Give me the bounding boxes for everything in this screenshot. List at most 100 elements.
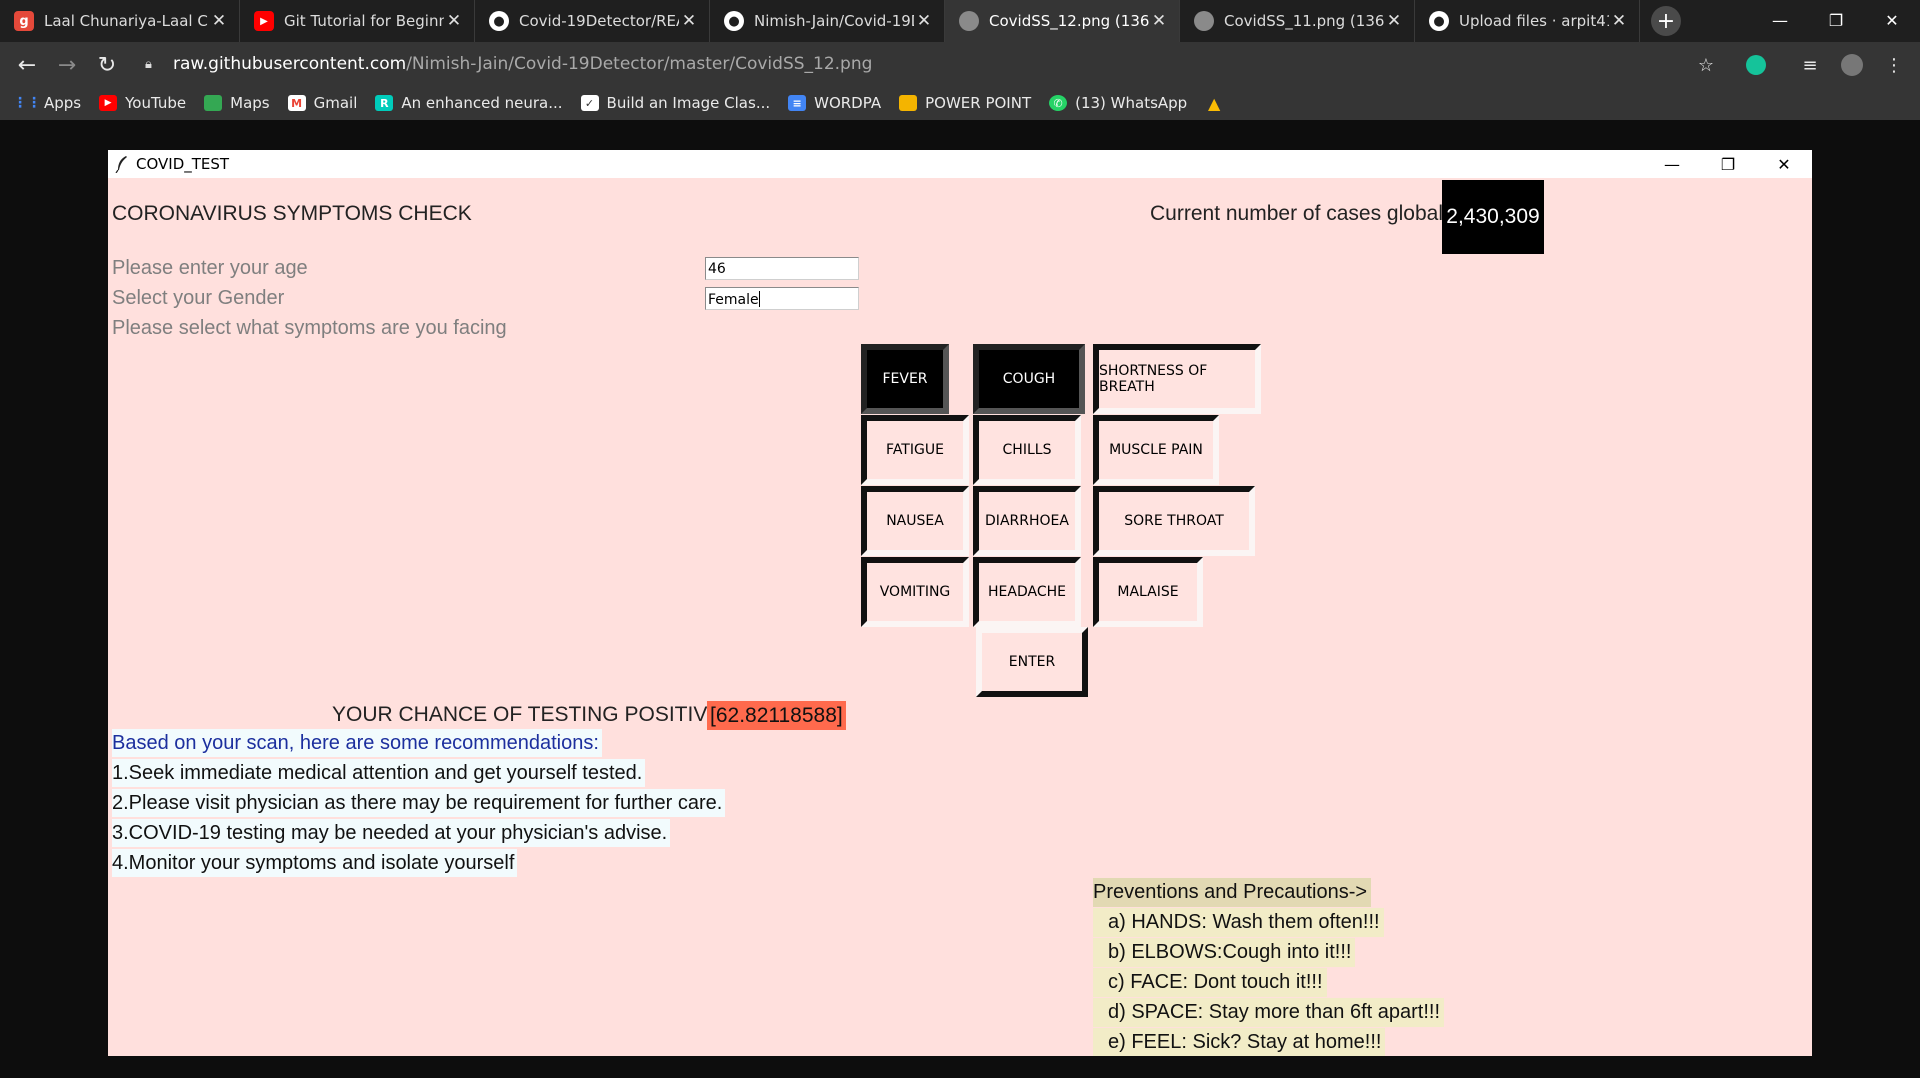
enter-button[interactable]: ENTER bbox=[976, 627, 1088, 697]
gender-value: Female bbox=[708, 292, 759, 308]
text-caret bbox=[758, 291, 760, 307]
precaution-item: c) FACE: Dont touch it!!! bbox=[1093, 968, 1327, 997]
precaution-item: d) SPACE: Stay more than 6ft apart!!! bbox=[1093, 998, 1445, 1027]
researchgate-icon: R bbox=[375, 95, 394, 111]
tab-title: Git Tutorial for Beginne bbox=[284, 12, 444, 30]
tab-git-tutorial[interactable]: ▶ Git Tutorial for Beginne ✕ bbox=[240, 0, 475, 42]
symptom-cough-button[interactable]: COUGH bbox=[973, 344, 1085, 414]
tab-title: Laal Chunariya-Laal Ch bbox=[44, 12, 209, 30]
docs-icon: ≡ bbox=[788, 95, 807, 111]
tab-title: Upload files · arpit412 bbox=[1459, 12, 1609, 30]
bookmark-label: POWER POINT bbox=[925, 94, 1032, 112]
restore-icon[interactable]: ❐ bbox=[1700, 150, 1756, 178]
bookmark-maps[interactable]: Maps bbox=[204, 94, 270, 112]
restore-window-icon[interactable]: ❐ bbox=[1808, 0, 1864, 40]
youtube-icon: ▶ bbox=[99, 95, 118, 111]
maps-icon bbox=[204, 95, 223, 111]
address-bar[interactable]: 🔒︎ raw.githubusercontent.com/Nimish-Jain… bbox=[145, 47, 1745, 81]
precaution-item: e) FEEL: Sick? Stay at home!!! bbox=[1093, 1028, 1386, 1056]
gender-input[interactable]: Female bbox=[705, 287, 859, 310]
close-tab-icon[interactable]: ✕ bbox=[679, 11, 699, 31]
symptom-sore-throat-button[interactable]: SORE THROAT bbox=[1093, 486, 1255, 556]
url-host: raw.githubusercontent.com bbox=[173, 54, 407, 74]
globe-icon bbox=[1194, 11, 1214, 31]
symptom-diarrhoea-button[interactable]: DIARRHOEA bbox=[973, 486, 1081, 556]
gender-label: Select your Gender bbox=[112, 287, 285, 309]
browser-toolbar: ← → ↻ 🔒︎ raw.githubusercontent.com/Nimis… bbox=[0, 42, 1920, 86]
bookmark-drive[interactable]: ▲ bbox=[1205, 93, 1231, 113]
url-path: /Nimish-Jain/Covid-19Detector/master/Cov… bbox=[406, 54, 873, 74]
bookmark-power-point[interactable]: POWER POINT bbox=[899, 94, 1031, 112]
covid-test-window: COVID_TEST — ❐ ✕ CORONAVIRUS SYMPTOMS CH… bbox=[108, 150, 1812, 1056]
genius-icon: g bbox=[14, 11, 34, 31]
recommendation-item: 1.Seek immediate medical attention and g… bbox=[112, 759, 646, 787]
github-icon: ● bbox=[1429, 11, 1449, 31]
whatsapp-icon: ✆ bbox=[1049, 95, 1068, 111]
reload-icon[interactable]: ↻ bbox=[92, 50, 122, 80]
tab-nimish-jain-covid[interactable]: ● Nimish-Jain/Covid-19D ✕ bbox=[710, 0, 945, 42]
avatar[interactable] bbox=[1840, 53, 1864, 77]
bookmark-label: WORDPA bbox=[814, 94, 882, 112]
bookmark-youtube[interactable]: ▶ YouTube bbox=[99, 94, 186, 112]
menu-kebab-icon[interactable]: ⋮ bbox=[1882, 53, 1906, 77]
bookmark-enhanced-neural[interactable]: R An enhanced neura... bbox=[375, 94, 563, 112]
tab-covid-detector-readme[interactable]: ● Covid-19Detector/REA ✕ bbox=[475, 0, 710, 42]
bookmarks-bar: ⋮⋮ Apps ▶ YouTube Maps M Gmail R An enhanced… bbox=[0, 86, 1920, 120]
grammarly-icon[interactable] bbox=[1744, 53, 1768, 77]
github-icon: ● bbox=[489, 11, 509, 31]
close-window-icon[interactable]: ✕ bbox=[1864, 0, 1920, 40]
age-input[interactable]: 46 bbox=[705, 257, 859, 280]
back-icon[interactable]: ← bbox=[12, 50, 42, 80]
forward-icon[interactable]: → bbox=[52, 50, 82, 80]
bookmark-label: An enhanced neura... bbox=[401, 94, 563, 112]
symptom-fever-button[interactable]: FEVER bbox=[861, 344, 949, 414]
minimize-icon[interactable]: — bbox=[1644, 150, 1700, 178]
lock-icon: 🔒︎ bbox=[145, 57, 152, 72]
page-icon: ✓ bbox=[580, 95, 599, 111]
symptom-headache-button[interactable]: HEADACHE bbox=[973, 557, 1081, 627]
symptom-shortness-of-breath-button[interactable]: SHORTNESS OF BREATH bbox=[1093, 344, 1261, 414]
media-queue-icon[interactable]: ≡ bbox=[1798, 53, 1822, 77]
bookmark-apps[interactable]: ⋮⋮ Apps bbox=[13, 94, 82, 112]
tab-laal-chunariya[interactable]: g Laal Chunariya-Laal Ch ✕ bbox=[0, 0, 240, 42]
bookmark-label: Gmail bbox=[313, 94, 358, 112]
browser-tab-strip: g Laal Chunariya-Laal Ch ✕ ▶ Git Tutoria… bbox=[0, 0, 1920, 42]
recommendations-heading: Based on your scan, here are some recomm… bbox=[112, 729, 602, 757]
symptom-chills-button[interactable]: CHILLS bbox=[973, 415, 1081, 485]
bookmark-gmail[interactable]: M Gmail bbox=[287, 94, 358, 112]
recommendation-item: 2.Please visit physician as there may be… bbox=[112, 789, 726, 817]
bookmark-star-icon[interactable]: ☆ bbox=[1694, 53, 1718, 77]
tab-covidss-12[interactable]: CovidSS_12.png (1364 ✕ bbox=[945, 0, 1180, 42]
symptom-fatigue-button[interactable]: FATIGUE bbox=[861, 415, 969, 485]
recommendation-item: 3.COVID-19 testing may be needed at your… bbox=[112, 819, 671, 847]
gmail-icon: M bbox=[287, 95, 306, 111]
close-tab-icon[interactable]: ✕ bbox=[1149, 11, 1169, 31]
tab-upload-files[interactable]: ● Upload files · arpit412 ✕ bbox=[1415, 0, 1640, 42]
bookmark-build-image-classifier[interactable]: ✓ Build an Image Clas... bbox=[580, 94, 771, 112]
github-icon: ● bbox=[724, 11, 744, 31]
new-tab-button[interactable]: + bbox=[1651, 6, 1681, 36]
bookmark-label: Apps bbox=[44, 94, 82, 112]
close-tab-icon[interactable]: ✕ bbox=[1384, 11, 1404, 31]
drive-icon: ▲ bbox=[1208, 93, 1221, 113]
close-icon[interactable]: ✕ bbox=[1756, 150, 1812, 178]
bookmark-whatsapp[interactable]: ✆ (13) WhatsApp bbox=[1049, 94, 1187, 112]
close-tab-icon[interactable]: ✕ bbox=[1609, 11, 1629, 31]
bookmark-label: YouTube bbox=[125, 94, 187, 112]
symptoms-label: Please select what symptoms are you faci… bbox=[112, 317, 507, 339]
symptom-vomiting-button[interactable]: VOMITING bbox=[861, 557, 969, 627]
tab-title: Nimish-Jain/Covid-19D bbox=[754, 12, 914, 30]
symptom-muscle-pain-button[interactable]: MUSCLE PAIN bbox=[1093, 415, 1219, 485]
youtube-icon: ▶ bbox=[254, 11, 274, 31]
symptom-nausea-button[interactable]: NAUSEA bbox=[861, 486, 969, 556]
close-tab-icon[interactable]: ✕ bbox=[444, 11, 464, 31]
bookmark-label: Build an Image Clas... bbox=[606, 94, 771, 112]
tab-covidss-11[interactable]: CovidSS_11.png (1366 ✕ bbox=[1180, 0, 1415, 42]
symptom-malaise-button[interactable]: MALAISE bbox=[1093, 557, 1203, 627]
minimize-window-icon[interactable]: — bbox=[1752, 0, 1808, 40]
close-tab-icon[interactable]: ✕ bbox=[914, 11, 934, 31]
result-label: YOUR CHANCE OF TESTING POSITIVE= bbox=[332, 703, 734, 726]
tab-title: CovidSS_12.png (1364 bbox=[989, 12, 1149, 30]
close-tab-icon[interactable]: ✕ bbox=[209, 11, 229, 31]
bookmark-wordpa[interactable]: ≡ WORDPA bbox=[788, 94, 881, 112]
